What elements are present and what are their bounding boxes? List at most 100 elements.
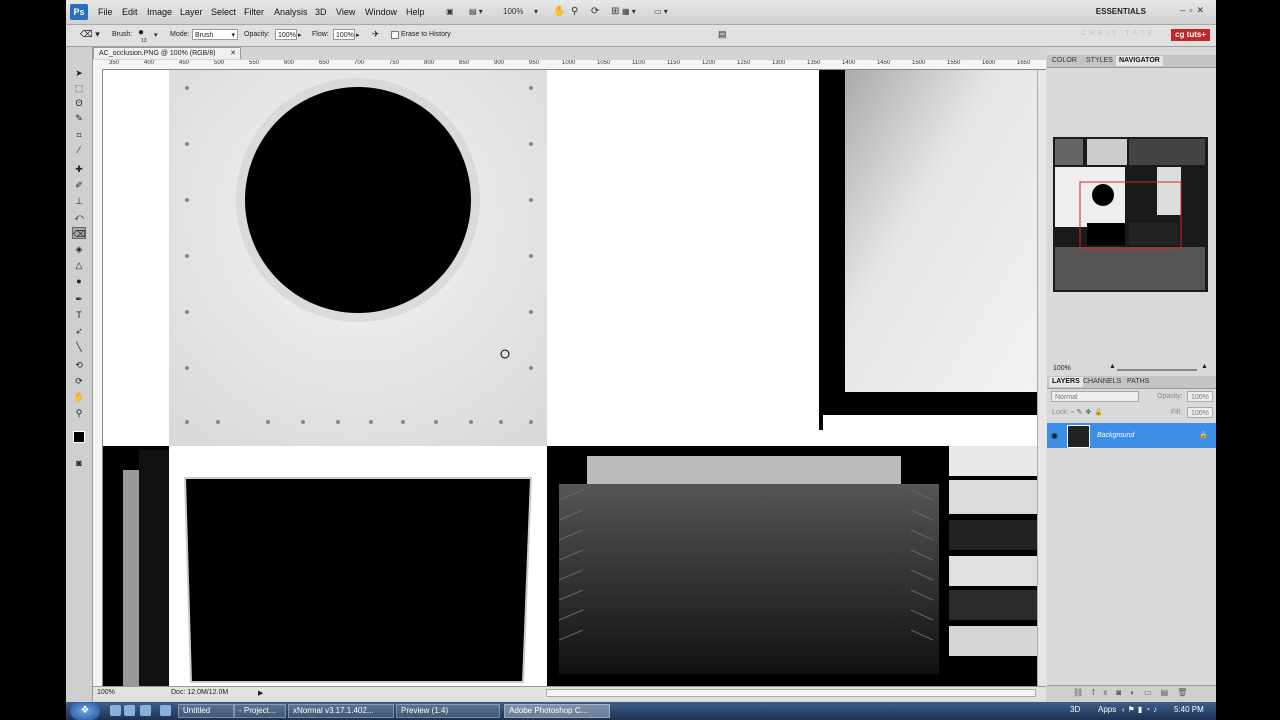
vertical-scrollbar[interactable] (1037, 70, 1047, 686)
menu-filter[interactable]: Filter (244, 7, 264, 17)
screen-mode-icon[interactable]: ▭ ▾ (654, 5, 668, 19)
menu-analysis[interactable]: Analysis (274, 7, 308, 17)
quicklaunch-icon[interactable] (110, 705, 121, 716)
blend-mode-select[interactable]: Normal (1051, 391, 1139, 402)
arrange-documents-icon[interactable]: ▦ ▾ (622, 5, 636, 19)
watermark-logo: cg tuts+ (1171, 29, 1210, 41)
tab-styles[interactable]: STYLES (1083, 56, 1116, 66)
dodge-tool-icon[interactable]: ● (72, 275, 86, 287)
crop-tool-icon[interactable]: ⌗ (72, 129, 86, 141)
move-tool-icon[interactable]: ➤ (72, 67, 86, 79)
navigator-zoom-slider[interactable] (1117, 369, 1197, 371)
menu-file[interactable]: File (98, 7, 113, 17)
zoom-dropdown-arrow-icon[interactable]: ▾ (534, 5, 538, 19)
opacity-dropdown-icon[interactable]: ▸ (298, 31, 302, 39)
quick-mask-icon[interactable]: ◙ (72, 457, 86, 469)
3d-orbit-tool-icon[interactable]: ⟳ (72, 375, 86, 387)
zoom-out-icon[interactable]: ▲ (1109, 363, 1116, 370)
clone-stamp-tool-icon[interactable]: ⊥ (72, 195, 86, 207)
marquee-tool-icon[interactable]: ⬚ (72, 82, 86, 94)
tab-navigator[interactable]: NAVIGATOR (1116, 56, 1163, 66)
healing-brush-tool-icon[interactable]: ✚ (72, 163, 86, 175)
taskbar-item[interactable]: - Project... (234, 704, 286, 718)
3d-rotate-tool-icon[interactable]: ⟲ (72, 359, 86, 371)
taskbar-item-active[interactable]: Adobe Photoshop C... (504, 704, 610, 718)
document-tab[interactable]: AC_occlusion.PNG @ 100% (RGB/8) ✕ (93, 47, 241, 59)
history-brush-tool-icon[interactable]: ⤺ (72, 211, 86, 223)
zoom-level-dropdown[interactable]: 100% (503, 5, 523, 19)
taskbar-item[interactable]: Preview (1:4) (396, 704, 500, 718)
tab-layers[interactable]: LAYERS (1049, 377, 1083, 387)
rotate-view-icon[interactable]: ⟳ (591, 5, 599, 19)
line-tool-icon[interactable]: ╲ (72, 341, 86, 353)
menu-select[interactable]: Select (211, 7, 236, 17)
quicklaunch-icon[interactable] (124, 705, 135, 716)
layer-opacity-field[interactable]: 100% (1187, 391, 1213, 402)
navigator-thumbnail[interactable] (1053, 137, 1208, 292)
eyedropper-tool-icon[interactable]: ⁄ (72, 144, 86, 156)
view-extras-icon[interactable]: ▤ ▾ (469, 5, 483, 19)
tray-apps[interactable]: Apps (1098, 705, 1116, 714)
brush-dropdown-icon[interactable]: ▾ (154, 31, 158, 39)
horizontal-scrollbar[interactable] (546, 689, 1036, 697)
menu-window[interactable]: Window (365, 7, 397, 17)
quicklaunch-icon[interactable] (140, 705, 151, 716)
tab-channels[interactable]: CHANNELS (1080, 377, 1124, 387)
clock[interactable]: 5:40 PM (1174, 705, 1204, 714)
tablet-pressure-icon[interactable]: ▤ (718, 29, 727, 40)
document-canvas[interactable] (103, 70, 1037, 686)
foreground-color-swatch[interactable] (73, 431, 85, 443)
tray-icons[interactable]: ‹⚑▮◔♪ (1122, 705, 1160, 714)
lock-icons[interactable]: ▫✎✥🔒 (1071, 408, 1106, 416)
status-menu-arrow-icon[interactable]: ▶ (258, 689, 263, 697)
photoshop-logo: Ps (70, 4, 88, 20)
hand-tool-icon[interactable]: ✋ (553, 5, 565, 19)
pen-tool-icon[interactable]: ✒ (72, 293, 86, 305)
window-controls[interactable]: ‒▫✕ (1180, 5, 1208, 16)
airbrush-icon[interactable]: ✈ (372, 29, 380, 40)
brush-tool-icon[interactable]: ✐ (72, 179, 86, 191)
menu-help[interactable]: Help (406, 7, 425, 17)
eraser-preset-icon[interactable]: ⌫ ▾ (80, 29, 100, 40)
taskbar-item[interactable]: xNormal v3.17.1.402... (288, 704, 394, 718)
menu-view[interactable]: View (336, 7, 355, 17)
eye-icon[interactable]: ◉ (1051, 431, 1058, 440)
lock-label: Lock: (1052, 409, 1069, 416)
quick-select-tool-icon[interactable]: ✎ (72, 112, 86, 124)
flow-field[interactable]: 100% (333, 29, 355, 40)
quicklaunch-icon[interactable] (160, 705, 171, 716)
zoom-in-icon[interactable]: ▲ (1201, 363, 1208, 370)
navigator-zoom-value[interactable]: 100% (1053, 365, 1071, 372)
fill-field[interactable]: 100% (1187, 407, 1213, 418)
erase-history-checkbox[interactable] (391, 31, 399, 39)
zoom-tool-icon[interactable]: ⚲ (571, 5, 578, 19)
start-button[interactable]: ❖ (70, 702, 100, 720)
bridge-icon[interactable]: ▣ (446, 5, 454, 19)
close-icon[interactable]: ✕ (230, 48, 236, 60)
layer-row-background[interactable]: ◉ Background 🔒 (1047, 423, 1216, 448)
eraser-tool-icon[interactable]: ⌫ (72, 227, 86, 239)
layer-action-icons[interactable]: ⛓fx◙◐▭▤🗑 (1073, 688, 1196, 697)
tab-color[interactable]: COLOR (1049, 56, 1080, 66)
lasso-tool-icon[interactable]: ʘ (72, 97, 86, 109)
tab-paths[interactable]: PATHS (1124, 377, 1152, 387)
hand-tool-icon[interactable]: ✋ (72, 391, 86, 403)
menu-edit[interactable]: Edit (122, 7, 138, 17)
menu-image[interactable]: Image (147, 7, 172, 17)
flow-dropdown-icon[interactable]: ▸ (356, 31, 360, 39)
blur-tool-icon[interactable]: △ (72, 259, 86, 271)
opacity-field[interactable]: 100% (275, 29, 297, 40)
taskbar-item[interactable]: Untitled (178, 704, 234, 718)
paint-bucket-tool-icon[interactable]: ◈ (72, 243, 86, 255)
status-zoom[interactable]: 100% (97, 689, 115, 696)
grid-icon[interactable]: ⊞ (611, 5, 619, 19)
path-selection-tool-icon[interactable]: ➶ (72, 325, 86, 337)
brush-preset-icon[interactable]: ● (138, 27, 144, 38)
tray-3d[interactable]: 3D (1070, 705, 1080, 714)
menu-layer[interactable]: Layer (180, 7, 203, 17)
zoom-tool-icon[interactable]: ⚲ (72, 407, 86, 419)
workspace-switcher[interactable]: ESSENTIALS (1096, 7, 1146, 16)
mode-select[interactable]: Brush ▾ (192, 29, 238, 40)
menu-3d[interactable]: 3D (315, 7, 327, 17)
type-tool-icon[interactable]: T (72, 309, 86, 321)
